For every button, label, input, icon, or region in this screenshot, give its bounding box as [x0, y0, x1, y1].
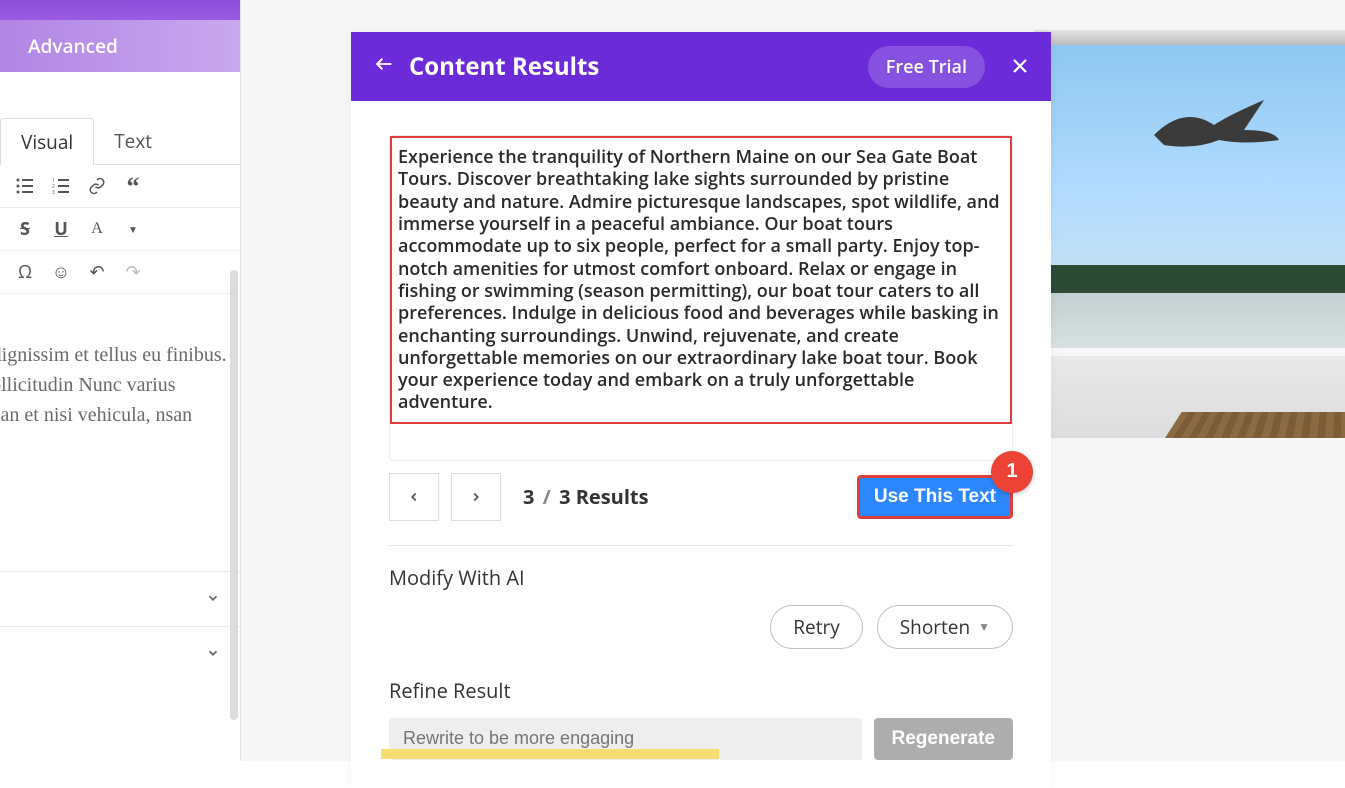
result-container: Experience the tranquility of Northern M…: [389, 135, 1013, 461]
dock-image: [1034, 356, 1345, 438]
accordion-item-1[interactable]: [0, 571, 240, 626]
back-icon[interactable]: [373, 53, 395, 80]
left-sidebar: Advanced Visual Text 123 “ S U A ▼ Ω ☺: [0, 0, 241, 761]
close-icon[interactable]: [1011, 52, 1029, 82]
current-result-number: 3: [523, 483, 534, 510]
link-icon[interactable]: [86, 175, 108, 197]
toolbar-row-2: S U A ▼: [0, 208, 240, 251]
bullet-list-icon[interactable]: [14, 175, 36, 197]
chevron-down-icon: [206, 588, 220, 610]
dock: [1165, 412, 1345, 438]
use-this-text-label: Use This Text: [874, 486, 996, 507]
advanced-section-header[interactable]: Advanced: [0, 20, 240, 72]
redo-icon[interactable]: ↷: [122, 261, 144, 283]
right-image-column: [1034, 30, 1345, 438]
shorten-label: Shorten: [900, 614, 970, 640]
special-char-icon[interactable]: Ω: [14, 261, 36, 283]
modify-chips-row: Retry Shorten ▼: [389, 605, 1013, 649]
shoreline: [1034, 265, 1345, 293]
strikethrough-icon[interactable]: S: [14, 218, 36, 240]
sidebar-top-bar: [0, 0, 240, 20]
text-color-icon[interactable]: A: [86, 218, 108, 240]
text-color-dropdown-icon[interactable]: ▼: [122, 218, 144, 240]
toolbar-row-1: 123 “: [0, 165, 240, 208]
shorten-button[interactable]: Shorten ▼: [877, 605, 1013, 649]
editor-content-text: nc, nec dignissim et tellus eu finibus. …: [0, 340, 230, 460]
scrollbar-track[interactable]: [230, 270, 238, 720]
water: [1034, 293, 1345, 348]
numbered-list-icon[interactable]: 123: [50, 175, 72, 197]
bird-icon: [1144, 95, 1284, 165]
pagination-row: 3 / 3 Results ✎ Use This Text 1: [389, 473, 1013, 521]
yellow-strip: [381, 749, 719, 759]
toolbar-row-3: Ω ☺ ↶ ↷: [0, 251, 240, 294]
lake-image: [1034, 45, 1345, 348]
refine-section-label: Refine Result: [389, 677, 1013, 704]
modify-section-label: Modify With AI: [389, 564, 1013, 591]
tab-text[interactable]: Text: [94, 118, 172, 164]
divider: [389, 545, 1013, 546]
retry-button[interactable]: Retry: [770, 605, 862, 649]
chevron-down-icon: [206, 643, 220, 665]
quote-icon[interactable]: “: [122, 175, 144, 197]
modal-header: Content Results Free Trial: [351, 32, 1051, 101]
prev-button[interactable]: [389, 473, 439, 521]
underline-icon[interactable]: U: [50, 218, 72, 240]
editor-tabs: Visual Text: [0, 118, 240, 165]
image-edge: [1034, 30, 1345, 45]
result-text: Experience the tranquility of Northern M…: [390, 136, 1012, 424]
results-count: 3 / 3 Results: [523, 483, 649, 510]
regenerate-button[interactable]: Regenerate: [874, 718, 1014, 760]
tab-visual[interactable]: Visual: [0, 118, 94, 165]
use-this-text-button[interactable]: Use This Text 1: [857, 475, 1013, 519]
editor-toolbar: Visual Text 123 “ S U A ▼ Ω ☺ ↶ ↷: [0, 118, 240, 294]
total-results: 3 Results: [559, 483, 648, 510]
content-results-modal: Content Results Free Trial Experience th…: [351, 32, 1051, 788]
emoji-icon[interactable]: ☺: [50, 261, 72, 283]
free-trial-button[interactable]: Free Trial: [868, 46, 985, 88]
caret-down-icon: ▼: [978, 618, 990, 635]
modal-body: Experience the tranquility of Northern M…: [351, 101, 1051, 788]
results-slash: /: [537, 483, 556, 510]
step-marker-1: 1: [991, 451, 1033, 493]
modal-title: Content Results: [409, 50, 854, 83]
svg-text:3: 3: [52, 190, 55, 195]
next-button[interactable]: [451, 473, 501, 521]
undo-icon[interactable]: ↶: [86, 261, 108, 283]
accordion-item-2[interactable]: [0, 626, 240, 681]
